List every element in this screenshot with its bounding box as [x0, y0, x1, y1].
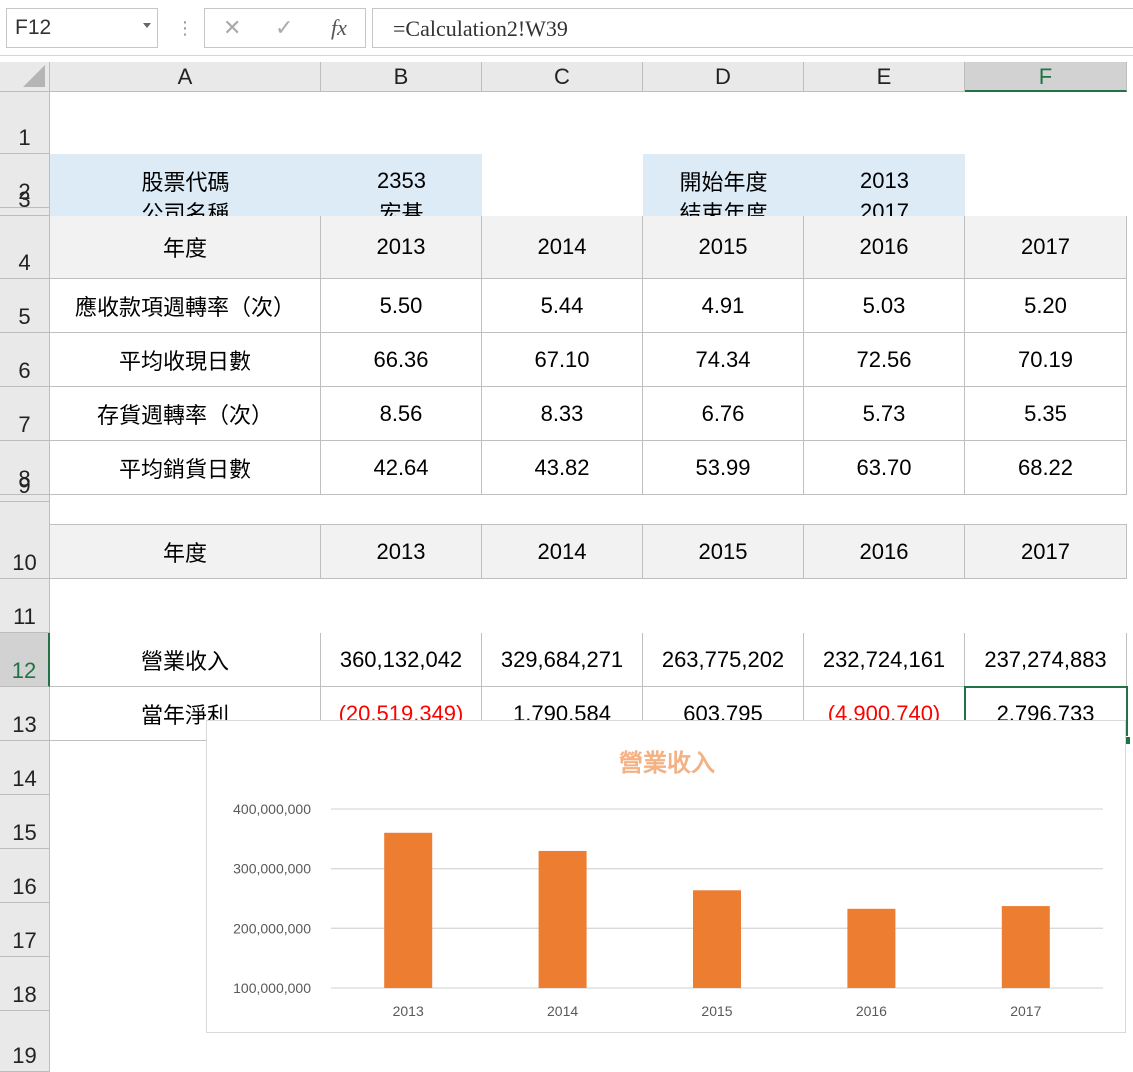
x-tick-label: 2017 [1010, 1003, 1041, 1019]
row-header-10[interactable]: 10 [0, 502, 50, 579]
x-tick-label: 2013 [393, 1003, 424, 1019]
table1-cell[interactable]: 5.20 [965, 279, 1127, 333]
row-header-14[interactable]: 14 [0, 741, 50, 795]
end-year-label[interactable]: 結束年度 [643, 201, 804, 226]
table2-header-cell[interactable]: 2016 [804, 525, 965, 579]
table1-header-cell[interactable]: 2016 [804, 216, 965, 279]
company-value[interactable]: 宏碁 [321, 201, 482, 226]
formula-buttons: ✕ ✓ fx [204, 8, 366, 48]
table1-cell[interactable]: 43.82 [482, 441, 643, 495]
x-tick-label: 2014 [547, 1003, 578, 1019]
table1-cell[interactable]: 66.36 [321, 333, 482, 387]
row-header-17[interactable]: 17 [0, 903, 50, 957]
row-header-6[interactable]: 6 [0, 333, 50, 387]
table2-cell[interactable]: 360,132,042 [321, 633, 482, 687]
table2-cell[interactable]: 232,724,161 [804, 633, 965, 687]
chart-canvas: 營業收入 100,000,000 200,000,000 300,000,000 400… [233, 750, 1103, 1019]
y-tick-label: 200,000,000 [233, 920, 311, 936]
drag-handle-icon[interactable]: ⋮ [176, 18, 194, 38]
row-header-13[interactable]: 13 [0, 687, 50, 741]
table1-cell[interactable]: 5.50 [321, 279, 482, 333]
formula-input[interactable]: =Calculation2!W39 [372, 8, 1133, 48]
table2-header-cell[interactable]: 年度 [50, 525, 321, 579]
bar-2017 [1001, 906, 1050, 988]
bar-2013 [384, 832, 433, 988]
table1-row-label[interactable]: 存貨週轉率（次） [50, 387, 321, 441]
table2-header-cell[interactable]: 2017 [965, 525, 1127, 579]
table1-header-cell[interactable]: 年度 [50, 216, 321, 279]
x-tick-label: 2016 [856, 1003, 887, 1019]
revenue-chart[interactable]: 營業收入 100,000,000 200,000,000 300,000,000 400… [206, 720, 1126, 1033]
y-tick-label: 400,000,000 [233, 801, 311, 817]
table1-cell[interactable]: 42.64 [321, 441, 482, 495]
table1-cell[interactable]: 67.10 [482, 333, 643, 387]
bar-2014 [538, 850, 587, 988]
table1-cell[interactable]: 5.73 [804, 387, 965, 441]
table2-cell[interactable]: 237,274,883 [965, 633, 1127, 687]
row-header-9[interactable]: 9 [0, 473, 50, 502]
table1-header-cell[interactable]: 2017 [965, 216, 1127, 279]
row-header-3[interactable]: 3 [0, 187, 50, 216]
table2-cell[interactable]: 329,684,271 [482, 633, 643, 687]
formula-bar: F12 ⋮ ✕ ✓ fx =Calculation2!W39 [0, 0, 1133, 56]
x-tick-label: 2015 [701, 1003, 732, 1019]
row-header-7[interactable]: 7 [0, 387, 50, 441]
column-header-c[interactable]: C [482, 62, 643, 92]
row-header-12[interactable]: 12 [0, 633, 50, 687]
table1-row-label[interactable]: 應收款項週轉率（次） [50, 279, 321, 333]
insert-function-icon[interactable]: fx [331, 15, 347, 41]
table1-header-cell[interactable]: 2013 [321, 216, 482, 279]
select-all-button[interactable] [0, 62, 50, 92]
table2-header-cell[interactable]: 2013 [321, 525, 482, 579]
cancel-icon[interactable]: ✕ [223, 15, 241, 41]
column-header-a[interactable]: A [50, 62, 321, 92]
table2-cell[interactable]: 263,775,202 [643, 633, 804, 687]
row-header-19[interactable]: 19 [0, 1011, 50, 1072]
row-header-18[interactable]: 18 [0, 957, 50, 1011]
table1-cell[interactable]: 70.19 [965, 333, 1127, 387]
table2-header-cell[interactable]: 2015 [643, 525, 804, 579]
row-header-1[interactable]: 1 [0, 92, 50, 154]
table1-cell[interactable]: 8.56 [321, 387, 482, 441]
table1-cell[interactable]: 53.99 [643, 441, 804, 495]
table2-header-cell[interactable]: 2014 [482, 525, 643, 579]
row-header-15[interactable]: 15 [0, 795, 50, 849]
table1-header-cell[interactable]: 2015 [643, 216, 804, 279]
chart-title: 營業收入 [619, 750, 715, 777]
table1-cell[interactable]: 63.70 [804, 441, 965, 495]
bar-2016 [847, 908, 896, 988]
column-header-e[interactable]: E [804, 62, 965, 92]
row-header-4[interactable]: 4 [0, 216, 50, 279]
table1-cell[interactable]: 74.34 [643, 333, 804, 387]
table1-header-cell[interactable]: 2014 [482, 216, 643, 279]
row-header-5[interactable]: 5 [0, 279, 50, 333]
name-box[interactable]: F12 [6, 8, 158, 48]
company-label[interactable]: 公司名稱 [50, 201, 321, 226]
table2-row-label[interactable]: 營業收入 [50, 633, 321, 687]
table1-cell[interactable]: 5.35 [965, 387, 1127, 441]
table1-cell[interactable]: 8.33 [482, 387, 643, 441]
table1-row-label[interactable]: 平均銷貨日數 [50, 441, 321, 495]
bar-2015 [693, 890, 741, 988]
column-header-d[interactable]: D [643, 62, 804, 92]
column-header-b[interactable]: B [321, 62, 482, 92]
table1-cell[interactable]: 6.76 [643, 387, 804, 441]
end-year-value[interactable]: 2017 [804, 199, 965, 224]
table1-row-label[interactable]: 平均收現日數 [50, 333, 321, 387]
y-tick-label: 100,000,000 [233, 980, 311, 996]
y-tick-label: 300,000,000 [233, 861, 311, 877]
column-header-f[interactable]: F [965, 62, 1127, 92]
table1-cell[interactable]: 5.03 [804, 279, 965, 333]
row-header-16[interactable]: 16 [0, 849, 50, 903]
table1-cell[interactable]: 4.91 [643, 279, 804, 333]
table1-cell[interactable]: 5.44 [482, 279, 643, 333]
row-header-11[interactable]: 11 [0, 579, 50, 633]
name-box-value: F12 [15, 16, 52, 39]
enter-icon[interactable]: ✓ [275, 15, 293, 41]
chevron-down-icon[interactable] [143, 23, 151, 28]
table1-cell[interactable]: 68.22 [965, 441, 1127, 495]
table1-cell[interactable]: 72.56 [804, 333, 965, 387]
